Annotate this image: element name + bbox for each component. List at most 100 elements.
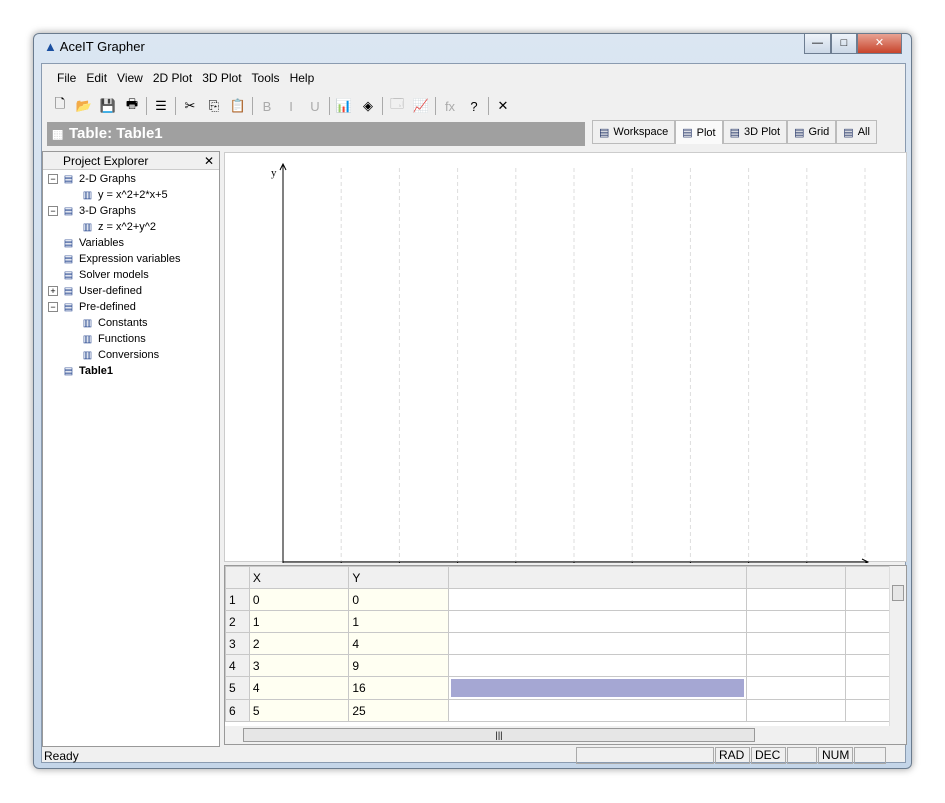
cell-y[interactable]: 4 [348,632,449,655]
cell-x[interactable]: 5 [248,699,350,722]
tree-item[interactable]: − ▤ 3-D Graphs [43,203,219,219]
menu-file[interactable]: File [56,71,77,85]
tree-item-label: 3-D Graphs [79,205,136,217]
menu-help[interactable]: Help [289,71,316,85]
cut-icon[interactable]: ✂ [180,96,200,116]
explorer-close-button[interactable]: ✕ [204,152,214,170]
tree-item[interactable]: + ▤ User-defined [43,283,219,299]
properties-icon[interactable]: 🗔 [387,96,407,116]
tree-line [67,350,77,360]
copy-icon[interactable]: ⎘ [204,96,224,116]
minimize-button[interactable]: — [804,34,831,54]
table-cell[interactable] [447,588,747,611]
menu-view[interactable]: View [116,71,144,85]
new-icon[interactable]: 🗋 [50,96,70,116]
horizontal-scrollbar[interactable]: ||| [225,726,906,744]
help-icon[interactable]: ? [464,96,484,116]
column-header[interactable] [745,566,847,589]
vertical-scrollbar[interactable] [889,566,906,728]
menu-3d-plot[interactable]: 3D Plot [201,71,242,85]
menu-tools[interactable]: Tools [251,71,281,85]
expand-toggle-icon[interactable]: − [48,302,58,312]
tab-3d-plot[interactable]: ▤ 3D Plot [722,120,788,144]
row-header[interactable]: 2 [225,610,250,633]
column-header[interactable]: Y [348,566,449,589]
cell-y[interactable]: 1 [348,610,449,633]
row-header[interactable]: 4 [225,654,250,677]
table-cell[interactable] [447,632,747,655]
tree-item[interactable]: ▥ Conversions [43,347,219,363]
tree-item[interactable]: ▤ Expression variables [43,251,219,267]
cell-x[interactable]: 4 [248,676,350,700]
tree-item[interactable]: ▤ Table1 [43,363,219,379]
row-header[interactable]: 1 [225,588,250,611]
scroll-thumb[interactable]: ||| [243,728,755,742]
column-header[interactable]: X [248,566,350,589]
tree-item[interactable]: ▥ z = x^2+y^2 [43,219,219,235]
status-num: NUM [818,747,853,764]
scroll-thumb[interactable] [892,585,904,601]
cell-x[interactable]: 1 [248,610,350,633]
cell-x[interactable]: 2 [248,632,350,655]
row-header[interactable]: 3 [225,632,250,655]
function-icon[interactable]: fx [440,96,460,116]
tree-item[interactable]: ▤ Solver models [43,267,219,283]
table-cell[interactable] [745,654,847,677]
tree-item-label: Variables [79,237,125,249]
tree-line [67,222,77,232]
maximize-button[interactable]: □ [831,34,857,54]
row-header[interactable]: 5 [225,676,250,700]
table-cell[interactable] [745,632,847,655]
table-cell[interactable] [745,588,847,611]
tree-item[interactable]: ▤ Variables [43,235,219,251]
cell-y[interactable]: 25 [348,699,449,722]
tree-item[interactable]: ▥ Constants [43,315,219,331]
paste-icon[interactable]: 📋 [228,96,248,116]
table-cell[interactable] [447,654,747,677]
toolbar-separator [252,97,253,115]
print-icon[interactable]: 🖶 [122,96,142,116]
toolbar-separator [175,97,176,115]
expand-toggle-icon[interactable]: + [48,286,58,296]
save-icon[interactable]: 💾 [98,96,118,116]
expand-toggle-icon[interactable]: − [48,206,58,216]
table-cell[interactable] [447,610,747,633]
tree-item[interactable]: ▥ Functions [43,331,219,347]
tab-all[interactable]: ▤ All [836,120,877,144]
open-icon[interactable]: 📂 [74,96,94,116]
table-cell[interactable] [745,610,847,633]
row-header[interactable]: 6 [225,699,250,722]
tree-node-icon: ▤ [63,173,74,185]
graph-icon[interactable]: 📈 [411,96,431,116]
italic-icon[interactable]: I [281,96,301,116]
cell-y[interactable]: 9 [348,654,449,677]
bold-icon[interactable]: B [257,96,277,116]
table-cell[interactable] [447,676,747,700]
tab-workspace[interactable]: ▤ Workspace [592,120,676,144]
explorer-icon[interactable]: ☰ [151,96,171,116]
close-icon[interactable]: ✕ [493,96,513,116]
tree-item[interactable]: ▥ y = x^2+2*x+5 [43,187,219,203]
table-cell[interactable] [447,699,747,722]
plot2d-icon[interactable]: 📊 [334,96,354,116]
cell-y[interactable]: 0 [348,588,449,611]
status-pane [787,747,817,764]
cell-x[interactable]: 0 [248,588,350,611]
tree-item[interactable]: − ▤ 2-D Graphs [43,171,219,187]
plot3d-icon[interactable]: ◈ [358,96,378,116]
table-cell[interactable] [745,699,847,722]
cell-x[interactable]: 3 [248,654,350,677]
tab-grid[interactable]: ▤ Grid [787,120,837,144]
close-button[interactable]: ✕ [857,34,902,54]
menu-edit[interactable]: Edit [85,71,108,85]
underline-icon[interactable]: U [305,96,325,116]
table-cell[interactable] [745,676,847,700]
cell-y[interactable]: 16 [348,676,449,700]
column-header[interactable] [447,566,747,589]
expand-toggle-icon[interactable]: − [48,174,58,184]
tree-item[interactable]: − ▤ Pre-defined [43,299,219,315]
tree-line [48,270,58,280]
menu-2d-plot[interactable]: 2D Plot [152,71,193,85]
tab-plot[interactable]: ▤ Plot [675,120,723,144]
tree-line [48,254,58,264]
